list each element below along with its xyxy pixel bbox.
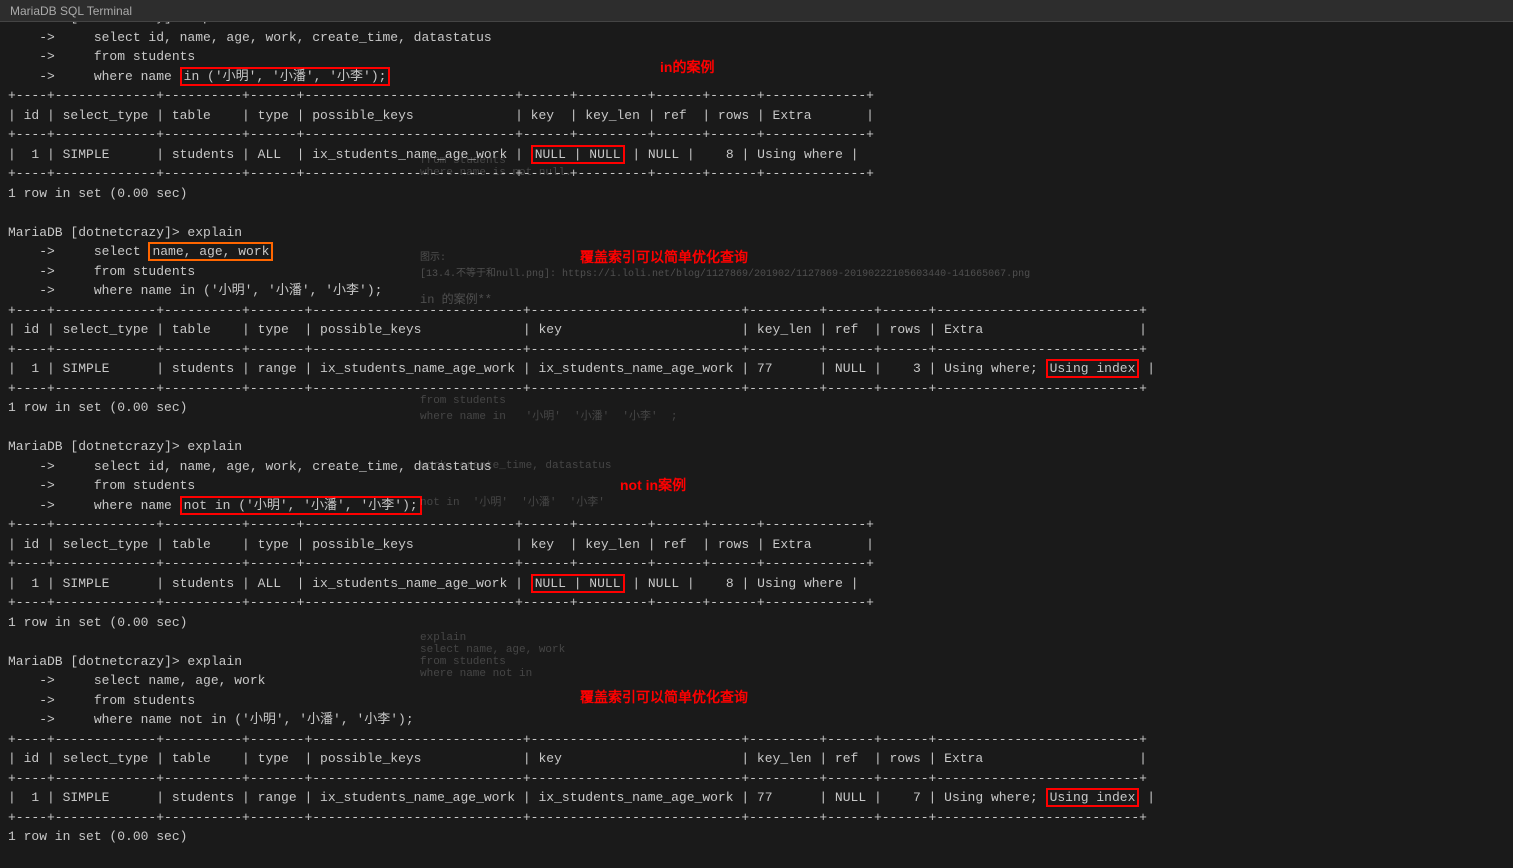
prompt-4: MariaDB [dotnetcrazy]> explain [0, 652, 1513, 672]
table-header-2: | id | select_type | table | type | poss… [0, 320, 1513, 340]
rowcount-2: 1 row in set (0.00 sec) [0, 398, 1513, 418]
header-bar: MariaDB SQL Terminal [0, 0, 1513, 22]
table-header-3: | id | select_type | table | type | poss… [0, 535, 1513, 555]
null-highlight-1: NULL | NULL [531, 145, 625, 164]
header-title: MariaDB SQL Terminal [10, 4, 132, 18]
select-line-1: -> select id, name, age, work, create_ti… [0, 28, 1513, 48]
table-divider-3a: +----+-------------+----------+------+--… [0, 515, 1513, 535]
table-divider-4a: +----+-------------+----------+-------+-… [0, 730, 1513, 750]
table-divider-1b: +----+-------------+----------+------+--… [0, 125, 1513, 145]
rowcount-4: 1 row in set (0.00 sec) [0, 827, 1513, 847]
prompt-3: MariaDB [dotnetcrazy]> explain [0, 437, 1513, 457]
terminal-container: MariaDB [dotnetcrazy]> explain -> select… [0, 0, 1513, 855]
select-highlight-2: name, age, work [148, 242, 273, 261]
where-line-4: -> where name not in ('小明', '小潘', '小李'); [0, 710, 1513, 730]
prompt-2: MariaDB [dotnetcrazy]> explain [0, 223, 1513, 243]
table-divider-1a: +----+-------------+----------+------+--… [0, 86, 1513, 106]
table-divider-4b: +----+-------------+----------+-------+-… [0, 769, 1513, 789]
rowcount-3: 1 row in set (0.00 sec) [0, 613, 1513, 633]
table-divider-1c: +----+-------------+----------+------+--… [0, 164, 1513, 184]
table-divider-3b: +----+-------------+----------+------+--… [0, 554, 1513, 574]
empty-3 [0, 632, 1513, 652]
select-line-4: -> select name, age, work [0, 671, 1513, 691]
where-line-2: -> where name in ('小明', '小潘', '小李'); [0, 281, 1513, 301]
select-line-3: -> select id, name, age, work, create_ti… [0, 457, 1513, 477]
table-data-3: | 1 | SIMPLE | students | ALL | ix_stude… [0, 574, 1513, 594]
where-line-3: -> where name not in ('小明', '小潘', '小李'); [0, 496, 1513, 516]
table-divider-2a: +----+-------------+----------+-------+-… [0, 301, 1513, 321]
table-header-4: | id | select_type | table | type | poss… [0, 749, 1513, 769]
from-line-1: -> from students [0, 47, 1513, 67]
in-highlight-1: in ('小明', '小潘', '小李'); [180, 67, 391, 86]
using-index-4: Using index [1046, 788, 1140, 807]
table-data-1: | 1 | SIMPLE | students | ALL | ix_stude… [0, 145, 1513, 165]
table-data-2: | 1 | SIMPLE | students | range | ix_stu… [0, 359, 1513, 379]
empty-1 [0, 203, 1513, 223]
table-divider-2b: +----+-------------+----------+-------+-… [0, 340, 1513, 360]
from-line-4: -> from students [0, 691, 1513, 711]
not-in-highlight-3: not in ('小明', '小潘', '小李'); [180, 496, 422, 515]
where-line-1: -> where name in ('小明', '小潘', '小李'); [0, 67, 1513, 87]
table-data-4: | 1 | SIMPLE | students | range | ix_stu… [0, 788, 1513, 808]
table-header-1: | id | select_type | table | type | poss… [0, 106, 1513, 126]
using-index-2: Using index [1046, 359, 1140, 378]
select-line-2: -> select name, age, work [0, 242, 1513, 262]
rowcount-1: 1 row in set (0.00 sec) [0, 184, 1513, 204]
table-divider-4c: +----+-------------+----------+-------+-… [0, 808, 1513, 828]
from-line-2: -> from students [0, 262, 1513, 282]
from-line-3: -> from students [0, 476, 1513, 496]
table-divider-2c: +----+-------------+----------+-------+-… [0, 379, 1513, 399]
table-divider-3c: +----+-------------+----------+------+--… [0, 593, 1513, 613]
empty-2 [0, 418, 1513, 438]
null-highlight-3: NULL | NULL [531, 574, 625, 593]
